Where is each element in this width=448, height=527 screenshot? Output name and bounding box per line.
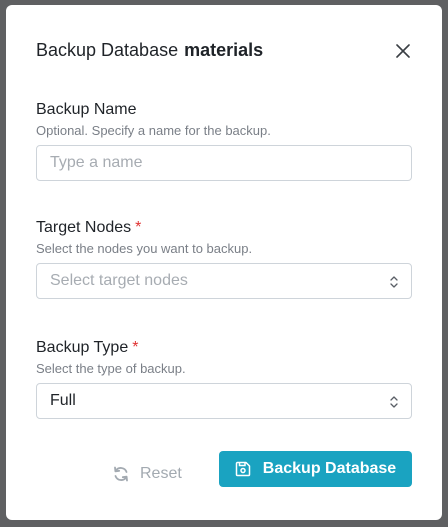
reset-button-label: Reset bbox=[140, 465, 182, 482]
modal-title-prefix: Backup Database bbox=[36, 40, 179, 60]
backup-database-button-label: Backup Database bbox=[262, 460, 397, 477]
refresh-icon bbox=[114, 466, 128, 482]
reset-button[interactable]: Reset bbox=[112, 457, 192, 491]
target-nodes-label-text: Target Nodes bbox=[36, 219, 132, 236]
backup-type-label-text: Backup Type bbox=[36, 339, 129, 356]
required-asterisk: * bbox=[132, 339, 139, 356]
backup-name-label: Backup Name bbox=[36, 100, 137, 120]
backup-modal: Backup Database materials Backup Name Opt… bbox=[6, 5, 442, 520]
backup-type-select[interactable]: Full bbox=[36, 383, 412, 419]
backup-type-selected: Full bbox=[50, 392, 76, 409]
modal-title: Backup Database materials bbox=[36, 39, 263, 61]
backup-name-label-text: Backup Name bbox=[36, 101, 137, 118]
save-icon bbox=[235, 461, 251, 477]
modal-title-database-name: materials bbox=[184, 40, 264, 60]
backup-name-input[interactable] bbox=[36, 145, 412, 181]
chevron-up-down-icon bbox=[390, 396, 398, 408]
target-nodes-select[interactable]: Select target nodes bbox=[36, 263, 412, 299]
close-button[interactable] bbox=[392, 40, 414, 62]
required-asterisk: * bbox=[135, 219, 142, 236]
target-nodes-help: Select the nodes you want to backup. bbox=[36, 241, 253, 256]
backup-type-label: Backup Type * bbox=[36, 338, 138, 358]
backup-name-help: Optional. Specify a name for the backup. bbox=[36, 123, 271, 138]
target-nodes-placeholder: Select target nodes bbox=[50, 272, 188, 289]
chevron-up-down-icon bbox=[390, 276, 398, 288]
close-icon bbox=[396, 44, 410, 58]
target-nodes-label: Target Nodes * bbox=[36, 218, 141, 238]
backup-type-help: Select the type of backup. bbox=[36, 361, 186, 376]
backup-database-button[interactable]: Backup Database bbox=[219, 451, 412, 487]
